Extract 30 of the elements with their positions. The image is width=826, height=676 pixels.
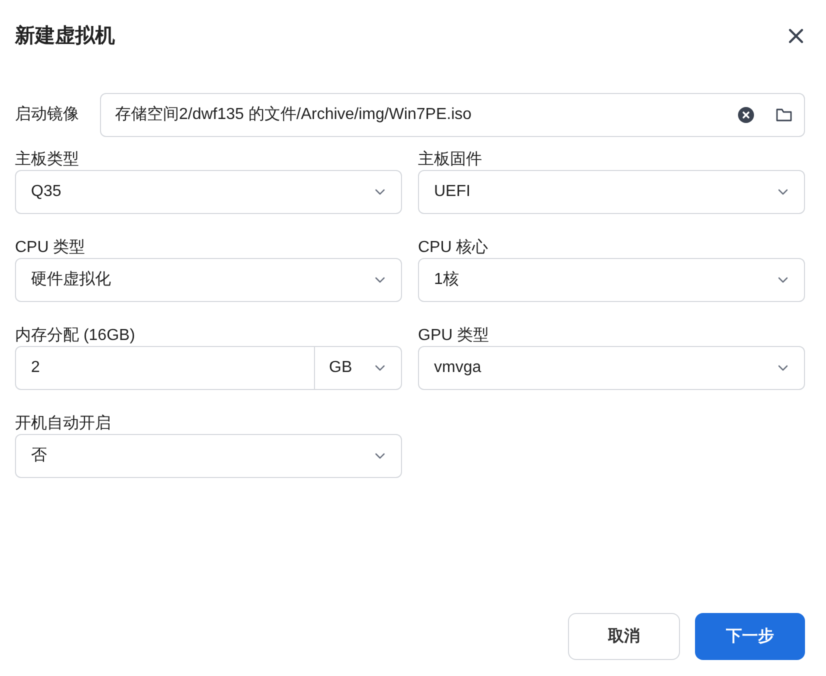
dropdown[interactable]: 1核 [418, 258, 805, 302]
dropdown[interactable]: UEFI [418, 170, 805, 214]
next-button[interactable]: 下一步 [695, 613, 805, 660]
field-label: CPU 类型 [15, 238, 86, 258]
chevron-down-icon [375, 453, 385, 459]
field-label: GPU 类型 [418, 326, 490, 346]
dropdown[interactable]: 硬件虚拟化 [15, 258, 402, 302]
dropdown[interactable]: 否 [15, 434, 402, 478]
field-label: 开机自动开启 [15, 414, 112, 434]
chevron-down-icon [778, 277, 788, 283]
clear-icon[interactable] [738, 107, 754, 123]
dialog-title: 新建虚拟机 [15, 24, 115, 49]
chevron-down-icon [375, 189, 385, 195]
chevron-down-icon [778, 189, 788, 195]
folder-icon[interactable] [776, 108, 792, 122]
chevron-down-icon [778, 365, 788, 371]
field-label: CPU 核心 [418, 238, 490, 258]
field-label: 主板类型 [15, 150, 80, 170]
chevron-down-icon [375, 277, 385, 283]
number-input-field[interactable]: 2 [16, 347, 315, 389]
field-label: 启动镜像 [15, 104, 80, 125]
cancel-button[interactable]: 取消 [568, 613, 680, 660]
dropdown[interactable]: vmvga [418, 346, 805, 390]
dropdown[interactable]: Q35 [15, 170, 402, 214]
unit-dropdown[interactable]: GB [315, 347, 401, 389]
chevron-down-icon [375, 365, 385, 371]
close-button[interactable] [786, 26, 806, 46]
image-path-field[interactable]: 存储空间2/dwf135 的文件/Archive/img/Win7PE.iso [100, 93, 805, 137]
field-label: 主板固件 [418, 150, 483, 170]
field-label: 内存分配 (16GB) [15, 326, 136, 346]
